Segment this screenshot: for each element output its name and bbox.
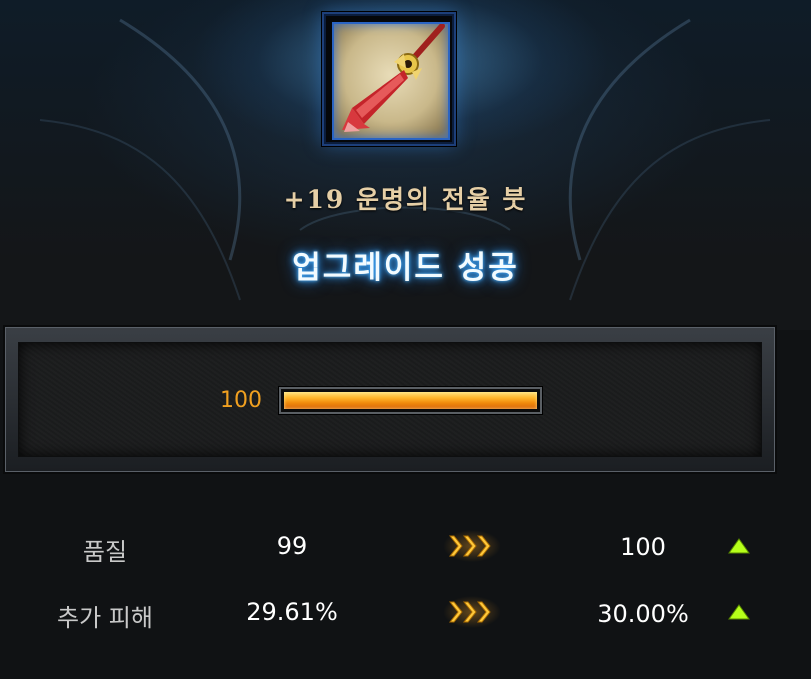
triangle-up-icon [728, 538, 750, 554]
stat-after-quality: 100 [620, 533, 666, 561]
item-name: +19 운명의 전율 붓 [283, 185, 528, 214]
red-tassel-brush-icon [342, 24, 445, 132]
progress-value: 100 [220, 388, 262, 413]
item-image [332, 22, 450, 140]
upgrade-result-title: 업그레이드 성공 [292, 250, 519, 286]
stat-before-extra-damage: 29.61% [246, 598, 338, 626]
stat-label-extra-damage: 추가 피해 [57, 604, 153, 632]
stat-after-extra-damage: 30.00% [597, 600, 689, 628]
triple-chevron-right-icon [440, 592, 504, 632]
triple-chevron-right-icon [440, 526, 504, 566]
triangle-up-icon [728, 604, 750, 620]
stat-before-quality: 99 [276, 532, 308, 560]
progress-bar [279, 387, 542, 414]
item-slot [322, 12, 456, 146]
stat-label-quality: 품질 [82, 538, 128, 566]
progress-bar-fill [284, 392, 537, 409]
